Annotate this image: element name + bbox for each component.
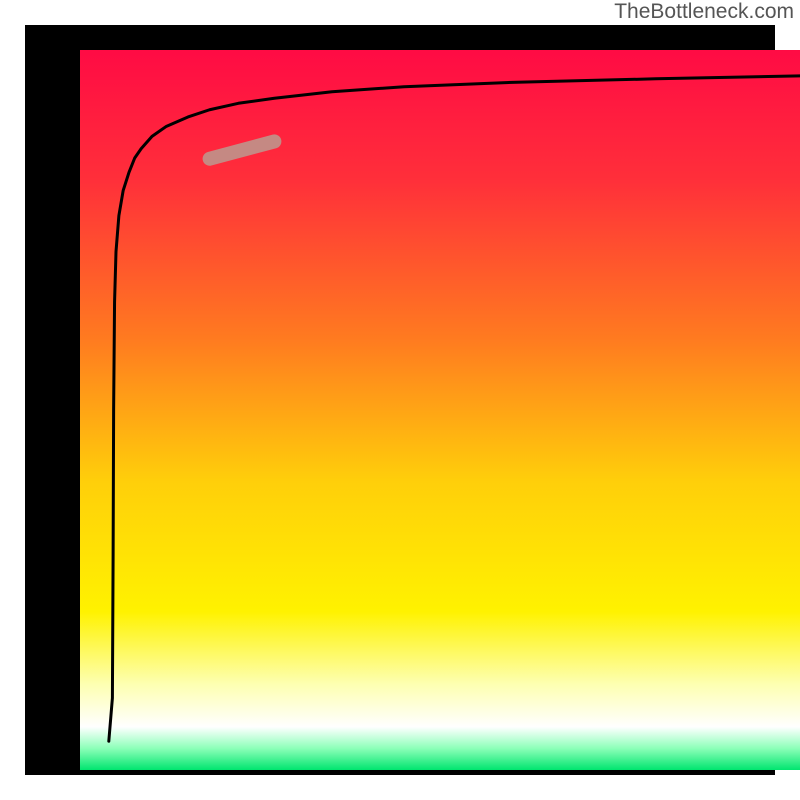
watermark-text: TheBottleneck.com: [614, 0, 794, 24]
chart-frame: [25, 25, 775, 775]
gradient-background: [80, 50, 800, 770]
chart-svg: [50, 50, 800, 800]
